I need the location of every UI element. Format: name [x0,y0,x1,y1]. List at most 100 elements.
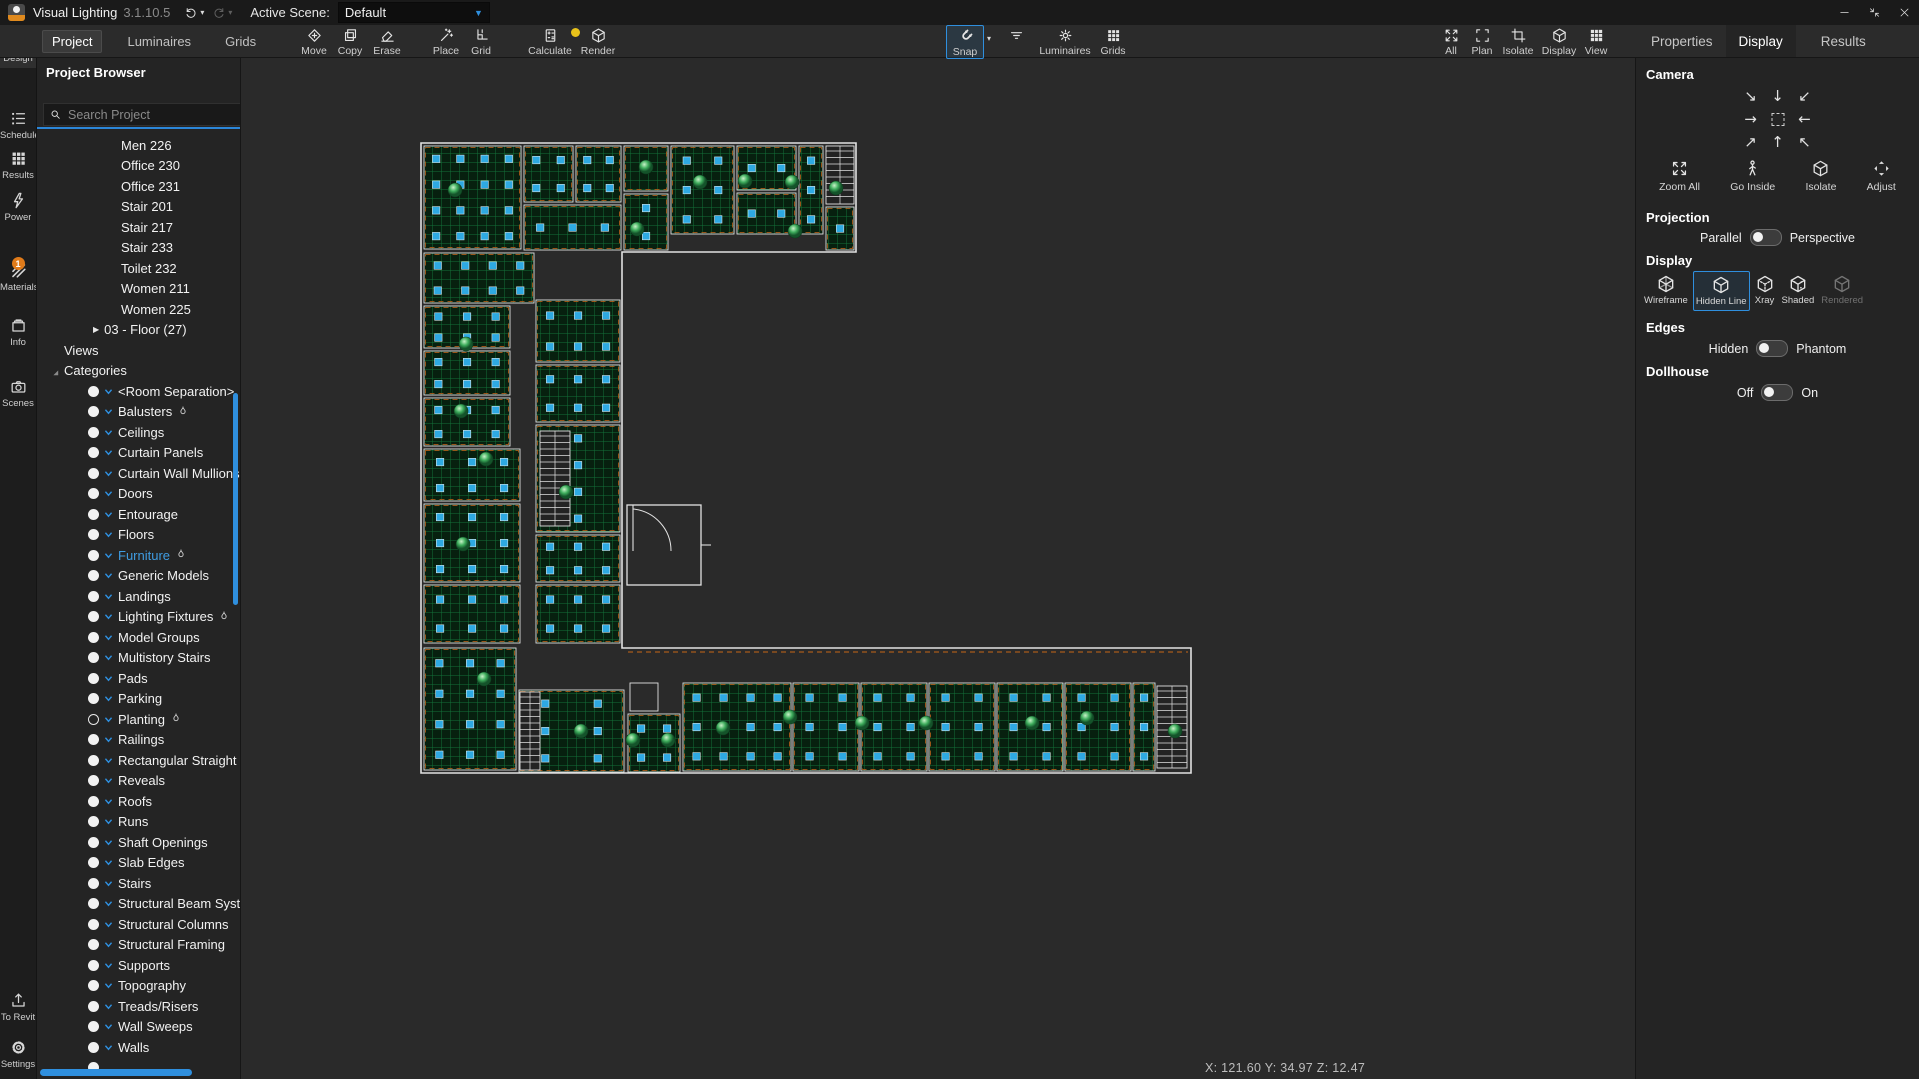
vertical-scrollbar[interactable] [233,393,238,605]
visibility-toggle[interactable] [88,693,99,704]
display-mode-hidden-line[interactable]: Hidden Line [1693,271,1750,311]
chevron-down-icon[interactable] [104,962,113,969]
render-button[interactable]: Render [576,25,620,57]
chevron-down-icon[interactable] [104,941,113,948]
visibility-toggle[interactable] [88,406,99,417]
visibility-toggle[interactable] [88,714,99,725]
collapse-arrow-icon[interactable]: ▶ [93,325,99,334]
chevron-down-icon[interactable] [104,900,113,907]
move-button[interactable]: Move [296,25,332,57]
chevron-down-icon[interactable] [104,1023,113,1030]
tree-item-categories[interactable]: Categories [36,361,240,382]
sidebar-item-schedule[interactable]: Schedule [0,109,36,141]
chevron-down-icon[interactable] [104,818,113,825]
display-mode-xray[interactable]: Xray [1753,271,1777,309]
display-mode-rendered[interactable]: Rendered [1819,271,1865,309]
category-item-multistory-stairs[interactable]: Multistory Stairs [36,648,240,669]
visibility-toggle[interactable] [88,919,99,930]
visibility-toggle[interactable] [88,775,99,786]
tree-item-women-211[interactable]: Women 211 [36,279,240,300]
category-item-walls[interactable]: Walls [36,1037,240,1058]
category-item-reveals[interactable]: Reveals [36,771,240,792]
category-item-roofs[interactable]: Roofs [36,791,240,812]
display-button[interactable]: Display [1538,25,1580,57]
chevron-down-icon[interactable] [104,388,113,395]
sidebar-item-results[interactable]: Results [0,149,36,181]
chevron-down-icon[interactable] [104,634,113,641]
chevron-down-icon[interactable] [104,408,113,415]
camera-arrow-3[interactable]: → [1744,112,1757,127]
category-item-railings[interactable]: Railings [36,730,240,751]
dollhouse-toggle[interactable] [1761,384,1793,401]
zoom-all-button[interactable]: Zoom All [1659,159,1700,193]
visibility-toggle[interactable] [88,447,99,458]
visibility-toggle[interactable] [88,529,99,540]
visibility-toggle[interactable] [88,509,99,520]
expand-arrow-icon[interactable] [51,368,59,376]
category-item-rectangular-straight-wall-o[interactable]: Rectangular Straight Wall O [36,750,240,771]
sidebar-item-to-revit[interactable]: To Revit [0,991,36,1023]
visibility-toggle[interactable] [88,898,99,909]
chevron-down-icon[interactable] [104,552,113,559]
chevron-down-icon[interactable] [104,572,113,579]
category-item-wall-sweeps[interactable]: Wall Sweeps [36,1017,240,1038]
visibility-toggle[interactable] [88,591,99,602]
category-item-topography[interactable]: Topography [36,976,240,997]
visibility-toggle[interactable] [88,939,99,950]
visibility-toggle[interactable] [88,1021,99,1032]
chevron-down-icon[interactable] [104,1003,113,1010]
camera-arrow-5[interactable]: ← [1798,112,1811,127]
chevron-down-icon[interactable] [104,921,113,928]
tree-item-stair-233[interactable]: Stair 233 [36,238,240,259]
category-item-floors[interactable]: Floors [36,525,240,546]
go-inside-button[interactable]: Go Inside [1730,159,1775,193]
category-item-parking[interactable]: Parking [36,689,240,710]
tree-item-office-230[interactable]: Office 230 [36,156,240,177]
category-item-room-separation[interactable]: <Room Separation> [36,381,240,402]
grid-button[interactable]: Grid [464,25,498,57]
camera-arrow-2[interactable]: ↙ [1798,89,1811,104]
category-item-entourage[interactable]: Entourage [36,504,240,525]
category-item-structural-beam-systems[interactable]: Structural Beam Systems [36,894,240,915]
visibility-toggle[interactable] [88,837,99,848]
tree-item-floor[interactable]: ▶03 - Floor (27) [36,320,240,341]
tree-item-men-226[interactable]: Men 226 [36,135,240,156]
visibility-toggle[interactable] [88,1042,99,1053]
chevron-down-icon[interactable] [104,593,113,600]
tree-item-office-231[interactable]: Office 231 [36,176,240,197]
visibility-toggle[interactable] [88,755,99,766]
category-item-planting[interactable]: Planting [36,709,240,730]
visibility-toggle[interactable] [88,632,99,643]
projection-toggle[interactable] [1750,229,1782,246]
category-item-doors[interactable]: Doors [36,484,240,505]
visibility-toggle[interactable] [88,468,99,479]
chevron-down-icon[interactable] [104,490,113,497]
category-item-curtain-wall-mullions[interactable]: Curtain Wall Mullions [36,463,240,484]
luminaires-button[interactable]: Luminaires [1036,25,1094,57]
chevron-down-icon[interactable] [104,880,113,887]
category-item-landings[interactable]: Landings [36,586,240,607]
category-item-structural-columns[interactable]: Structural Columns [36,914,240,935]
adjust-button[interactable]: Adjust [1867,159,1896,193]
edges-toggle[interactable] [1756,340,1788,357]
visibility-toggle[interactable] [88,611,99,622]
isolate-button[interactable]: Isolate [1498,25,1538,57]
category-item-model-groups[interactable]: Model Groups [36,627,240,648]
active-scene-dropdown[interactable]: Default ▼ [338,2,490,23]
chevron-down-icon[interactable] [104,654,113,661]
redo-button[interactable]: ▾ [212,6,232,20]
category-item-treads-risers[interactable]: Treads/Risers [36,996,240,1017]
snap-filter-button[interactable] [1002,25,1030,44]
category-item-ceilings[interactable]: Ceilings [36,422,240,443]
category-item-curtain-panels[interactable]: Curtain Panels [36,443,240,464]
visibility-toggle[interactable] [88,673,99,684]
category-item-generic-models[interactable]: Generic Models [36,566,240,587]
display-mode-wireframe[interactable]: Wireframe [1642,271,1690,309]
chevron-down-icon[interactable] [104,982,113,989]
visibility-toggle[interactable] [88,857,99,868]
visibility-toggle[interactable] [88,550,99,561]
all-button[interactable]: All [1436,25,1466,57]
tree-item-views[interactable]: Views [36,340,240,361]
category-item-slab-edges[interactable]: Slab Edges [36,853,240,874]
chevron-down-icon[interactable] [104,736,113,743]
